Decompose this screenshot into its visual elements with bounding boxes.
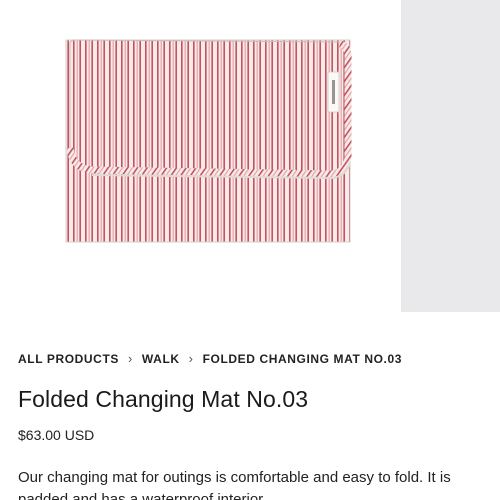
- chevron-right-icon: ›: [188, 351, 194, 366]
- product-title: Folded Changing Mat No.03: [18, 386, 309, 412]
- product-gallery: [0, 0, 500, 312]
- chevron-right-icon: ›: [127, 351, 133, 366]
- breadcrumb: ALL PRODUCTS › WALK › FOLDED CHANGING MA…: [18, 352, 402, 366]
- changing-mat-illustration: [65, 39, 352, 243]
- breadcrumb-all-products[interactable]: ALL PRODUCTS: [18, 352, 119, 366]
- product-description: Our changing mat for outings is comforta…: [18, 469, 451, 500]
- product-price: $63.00 USD: [18, 427, 95, 443]
- breadcrumb-walk[interactable]: WALK: [142, 352, 180, 366]
- secondary-product-image[interactable]: [401, 0, 500, 312]
- product-page: ALL PRODUCTS › WALK › FOLDED CHANGING MA…: [0, 0, 500, 500]
- breadcrumb-current-product[interactable]: FOLDED CHANGING MAT NO.03: [203, 352, 402, 366]
- main-product-image[interactable]: [0, 0, 399, 312]
